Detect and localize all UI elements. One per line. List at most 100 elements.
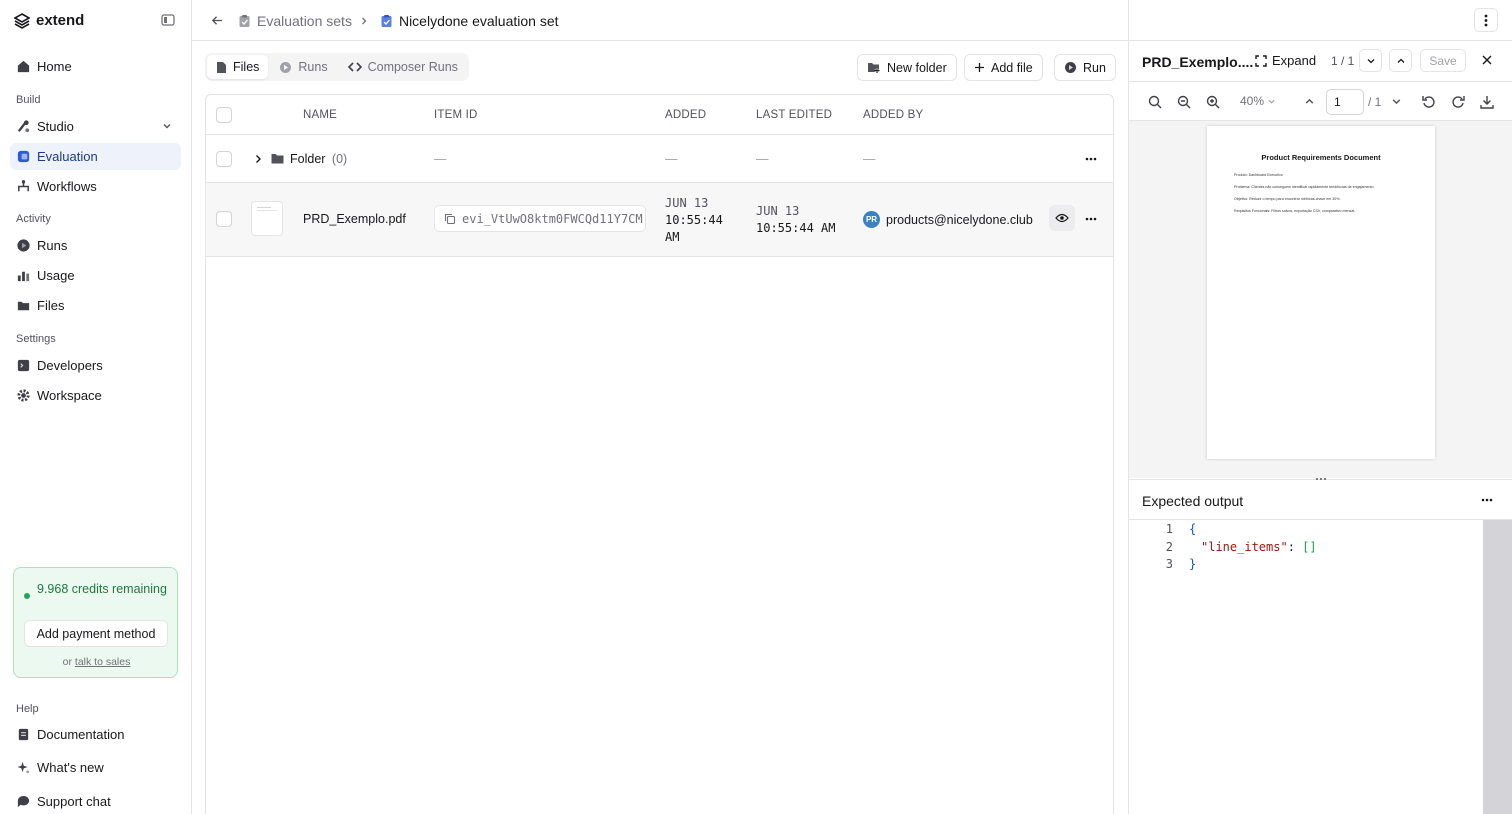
folder-added: —	[665, 152, 678, 166]
runs-icon	[17, 239, 30, 252]
horizontal-ellipsis-icon	[1481, 498, 1493, 502]
row-checkbox[interactable]	[216, 211, 232, 227]
sidebar-item-whats-new[interactable]: What's new	[10, 754, 181, 781]
column-header-name[interactable]: NAME	[303, 109, 337, 121]
sidebar-item-runs[interactable]: Runs	[10, 232, 181, 259]
table-row-file[interactable]: PRD_Exemplo.pdf evi_VtUwO8ktm0FWCQd11Y7C…	[206, 183, 1113, 257]
chevron-up-icon[interactable]	[1304, 96, 1315, 107]
added-date: JUN 13	[665, 196, 709, 210]
document-title: Product Requirements Document	[1261, 153, 1381, 162]
close-icon[interactable]	[1481, 54, 1493, 66]
sidebar-item-label: Home	[37, 59, 72, 74]
file-icon	[217, 61, 226, 73]
sidebar: extend Home Build Studio Evaluation Work…	[0, 0, 192, 814]
file-added: JUN 13 10:55:44 AM	[665, 195, 723, 246]
file-name[interactable]: PRD_Exemplo.pdf	[303, 212, 406, 226]
tab-runs[interactable]: Runs	[270, 55, 336, 79]
file-last-edited: JUN 13 10:55:44 AM	[756, 203, 835, 237]
extend-logo-icon	[14, 12, 30, 29]
play-circle-icon	[1065, 62, 1076, 73]
breadcrumb-parent[interactable]: Evaluation sets	[257, 13, 352, 29]
page-number-input[interactable]: 1	[1326, 89, 1364, 115]
composer-icon	[347, 62, 362, 72]
zoom-out-icon[interactable]	[1176, 94, 1192, 110]
sidebar-item-home[interactable]: Home	[10, 53, 181, 80]
zoom-in-icon[interactable]	[1205, 94, 1221, 110]
expected-output-menu-button[interactable]	[1477, 490, 1497, 510]
chevron-down-icon[interactable]	[161, 120, 173, 132]
tab-files[interactable]: Files	[207, 55, 269, 79]
sidebar-item-label: Documentation	[37, 727, 125, 742]
tab-composer-runs[interactable]: Composer Runs	[339, 55, 467, 79]
column-header-added-by[interactable]: ADDED BY	[863, 109, 923, 121]
folder-name-text: Folder	[290, 152, 326, 166]
expected-output-header: Expected output	[1129, 480, 1512, 520]
sidebar-item-workflows[interactable]: Workflows	[10, 173, 181, 200]
preview-button[interactable]	[1049, 205, 1075, 231]
zoom-select[interactable]: 40%	[1240, 94, 1276, 108]
file-thumbnail	[251, 201, 283, 236]
sidebar-item-files[interactable]: Files	[10, 292, 181, 319]
select-all-checkbox[interactable]	[216, 107, 232, 123]
credits-card: 9.968 credits remaining Add payment meth…	[13, 567, 178, 678]
sidebar-item-label: Workflows	[37, 179, 97, 194]
tab-label: Runs	[298, 60, 328, 74]
add-file-button[interactable]: Add file	[964, 54, 1043, 81]
brand-name: extend	[36, 12, 85, 29]
sidebar-item-usage[interactable]: Usage	[10, 262, 181, 289]
column-header-item-id[interactable]: ITEM ID	[434, 109, 478, 121]
table-row-folder[interactable]: Folder (0) — — — —	[206, 135, 1113, 183]
tab-label: Files	[233, 60, 260, 74]
collapse-sidebar-icon[interactable]	[160, 12, 176, 28]
rotate-left-icon[interactable]	[1421, 94, 1437, 110]
back-arrow-icon[interactable]	[210, 13, 225, 28]
sidebar-item-evaluation[interactable]: Evaluation	[10, 143, 181, 170]
sidebar-item-workspace[interactable]: Workspace	[10, 382, 181, 409]
folder-item-id: —	[434, 152, 447, 166]
code-editor[interactable]: 1 { 2 "line_items": [] 3 }	[1129, 520, 1483, 814]
document-viewer[interactable]: Product Requirements Document Produto: D…	[1129, 121, 1512, 478]
column-header-last-edited[interactable]: LAST EDITED	[756, 109, 832, 121]
sidebar-item-developers[interactable]: Developers	[10, 352, 181, 379]
expand-button[interactable]: Expand	[1255, 53, 1316, 68]
code-line: {	[1189, 522, 1197, 536]
code-line: "line_items": []	[1201, 540, 1317, 554]
sidebar-item-label: What's new	[37, 760, 104, 775]
chevron-up-icon	[1397, 58, 1404, 63]
run-button[interactable]: Run	[1054, 54, 1116, 81]
search-icon[interactable]	[1147, 94, 1163, 110]
new-folder-button[interactable]: New folder	[857, 54, 957, 81]
download-icon[interactable]	[1479, 94, 1495, 110]
preview-header: PRD_Exemplo.... Expand 1 / 1 Save	[1129, 41, 1512, 81]
row-actions-button[interactable]	[1081, 209, 1101, 229]
section-label-help: Help	[16, 703, 39, 715]
home-icon	[17, 60, 30, 73]
brand-logo[interactable]: extend	[14, 12, 84, 29]
added-by-email: products@nicelydone.club	[886, 212, 1033, 227]
next-item-button[interactable]	[1359, 49, 1382, 72]
sidebar-item-label: Developers	[37, 358, 103, 373]
chevron-down-icon[interactable]	[1391, 96, 1402, 107]
sidebar-item-documentation[interactable]: Documentation	[10, 721, 181, 748]
row-actions-button[interactable]	[1081, 149, 1101, 169]
copy-item-id-button[interactable]: evi_VtUwO8ktm0FWCQd11Y7CM	[434, 205, 646, 232]
horizontal-ellipsis-icon	[1085, 217, 1097, 221]
talk-to-sales-link[interactable]: talk to sales	[75, 656, 130, 668]
sidebar-item-label: Evaluation	[37, 149, 98, 164]
sidebar-item-label: Support chat	[37, 794, 111, 809]
column-header-added[interactable]: ADDED	[665, 109, 706, 121]
sidebar-item-studio[interactable]: Studio	[10, 113, 181, 140]
breadcrumb: Evaluation sets Nicelydone evaluation se…	[238, 13, 559, 29]
folder-icon	[271, 154, 284, 164]
add-payment-method-button[interactable]: Add payment method	[24, 620, 168, 647]
editor-scrollbar[interactable]	[1483, 520, 1512, 814]
section-label-build: Build	[16, 94, 41, 106]
sidebar-item-support-chat[interactable]: Support chat	[10, 788, 181, 814]
sidebar-item-label: Usage	[37, 268, 75, 283]
previous-item-button[interactable]	[1389, 49, 1412, 72]
chevron-right-icon[interactable]	[252, 153, 264, 165]
rotate-right-icon[interactable]	[1450, 94, 1466, 110]
files-icon	[17, 301, 30, 311]
row-checkbox[interactable]	[216, 151, 232, 167]
save-button[interactable]: Save	[1420, 49, 1466, 72]
